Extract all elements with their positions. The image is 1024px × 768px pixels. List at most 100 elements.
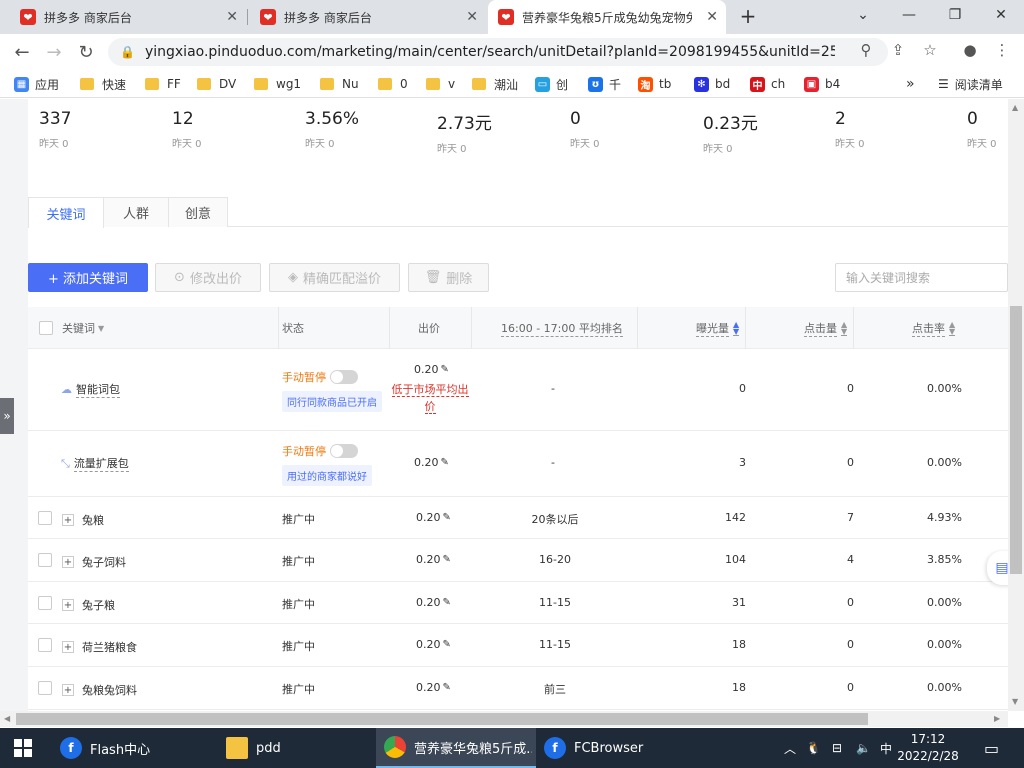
menu-kebab-icon[interactable]: ⋮ [990, 38, 1014, 62]
select-all-checkbox[interactable] [39, 307, 53, 349]
horizontal-scrollbar[interactable]: ◀ ▶ [0, 711, 1008, 727]
windows-start-icon[interactable] [14, 739, 32, 757]
expand-plus-icon[interactable]: + [62, 641, 74, 653]
edit-icon[interactable]: ✎ [441, 364, 449, 375]
action-bar: + 添加关键词 ⊙ 修改出价 ◈ 精确匹配溢价 🗑 删除 [28, 263, 1008, 293]
ime-indicator[interactable]: 中 [880, 728, 892, 768]
browser-tab-3-active[interactable]: ❤ 营养豪华兔粮5斤成兔幼兔宠物兔 ✕ [488, 0, 726, 34]
edit-icon[interactable]: ✎ [443, 639, 451, 650]
scroll-up-icon[interactable]: ▲ [1012, 103, 1018, 112]
horizontal-scroll-thumb[interactable] [16, 713, 868, 725]
filter-icon[interactable]: ▼ [98, 324, 104, 332]
scroll-right-icon[interactable]: ▶ [994, 714, 1000, 723]
tab-keywords[interactable]: 关键词 [28, 197, 104, 228]
back-arrow-icon[interactable]: ← [10, 40, 34, 64]
qq-penguin-icon[interactable]: 🐧 [806, 728, 821, 768]
status-toggle[interactable] [330, 444, 358, 458]
reading-list[interactable]: ☰ 阅读清单 [938, 74, 1003, 94]
edit-icon[interactable]: ✎ [441, 457, 449, 468]
delete-button[interactable]: 🗑 删除 [408, 263, 489, 292]
vertical-scroll-thumb[interactable] [1010, 306, 1022, 574]
row-checkbox[interactable] [38, 553, 52, 567]
taskbar-item-chrome[interactable]: 营养豪华兔粮5斤成... [376, 728, 536, 768]
bookmark-folder[interactable]: 0 [378, 74, 408, 94]
bookmark-star-icon[interactable]: ☆ [918, 38, 942, 62]
taskbar-item-flash[interactable]: f Flash中心 [52, 728, 222, 768]
bookmark-folder[interactable]: 快速 [80, 74, 126, 94]
new-tab-button[interactable]: + [736, 4, 760, 28]
header-clicks[interactable]: 点击量 ▲ ▼ [804, 307, 848, 349]
add-keyword-button[interactable]: + 添加关键词 [28, 263, 148, 292]
header-impressions[interactable]: 曝光量 ▲ ▼ [696, 307, 740, 349]
bid-value: 0.20 [416, 596, 441, 609]
edit-icon[interactable]: ✎ [443, 512, 451, 523]
table-row-smart-package: ☁ 智能词包 手动暂停 同行同款商品已开启 0.20 ✎ 低于市场平均出价 - 0 … [28, 349, 1008, 431]
browser-tab-2[interactable]: ❤ 拼多多 商家后台 ✕ [250, 0, 486, 34]
bookmark-label: Nu [342, 77, 359, 91]
bookmark-folder[interactable]: wg1 [254, 74, 301, 94]
ctr-cell: 4.93% [927, 511, 962, 524]
header-ctr[interactable]: 点击率 ▲ ▼ [912, 307, 956, 349]
close-tab-icon[interactable]: ✕ [226, 9, 238, 25]
status-toggle[interactable] [330, 370, 358, 384]
expand-sidebar-chevron-icon[interactable]: » [0, 398, 14, 434]
bookmark-folder[interactable]: Nu [320, 74, 359, 94]
network-icon[interactable]: ⊟ [832, 728, 842, 768]
row-checkbox[interactable] [38, 638, 52, 652]
bookmark-link[interactable]: ʊ千 [588, 74, 621, 94]
modify-bid-button[interactable]: ⊙ 修改出价 [155, 263, 261, 292]
keyword-search-input[interactable] [835, 263, 1008, 292]
taskbar-item-pdd[interactable]: pdd [218, 728, 374, 768]
row-checkbox[interactable] [38, 596, 52, 610]
tray-overflow-chevron-icon[interactable]: ︿ [784, 728, 796, 768]
notification-icon[interactable]: ▭ [984, 728, 999, 768]
bookmark-link[interactable]: ▭ 创 [535, 74, 568, 94]
taskbar-item-fcbrowser[interactable]: f FCBrowser [536, 728, 696, 768]
sort-icon[interactable]: ▲ ▼ [949, 320, 956, 336]
bookmark-link[interactable]: 中 ch [750, 74, 785, 94]
edit-icon[interactable]: ✎ [443, 682, 451, 693]
bookmark-folder[interactable]: 潮汕 [472, 74, 518, 94]
profile-avatar-icon[interactable]: ● [958, 38, 982, 62]
sort-icon[interactable]: ▲ ▼ [841, 320, 848, 336]
row-checkbox[interactable] [38, 511, 52, 525]
expand-plus-icon[interactable]: + [62, 556, 74, 568]
tab-search-chevron-icon[interactable]: ⌄ [840, 0, 886, 30]
tab-audience[interactable]: 人群 [103, 197, 169, 227]
system-clock[interactable]: 17:12 2022/2/28 [896, 731, 960, 765]
edit-icon[interactable]: ✎ [443, 597, 451, 608]
expand-plus-icon[interactable]: + [62, 514, 74, 526]
sort-icon[interactable]: ▲ ▼ [733, 320, 740, 336]
bookmark-folder[interactable]: FF [145, 74, 181, 94]
close-tab-icon[interactable]: ✕ [466, 9, 478, 25]
restore-button[interactable]: ❐ [932, 0, 978, 30]
reload-icon[interactable]: ↻ [74, 40, 98, 64]
minimize-button[interactable]: — [886, 0, 932, 30]
share-icon[interactable]: ⇪ [886, 38, 910, 62]
address-bar[interactable]: 🔒 yingxiao.pinduoduo.com/marketing/main/… [108, 38, 888, 66]
close-window-button[interactable]: ✕ [978, 0, 1024, 30]
more-bookmarks-chevron-icon[interactable]: » [906, 74, 915, 94]
bookmark-folder[interactable]: v [426, 74, 455, 94]
expand-plus-icon[interactable]: + [62, 684, 74, 696]
bookmark-apps[interactable]: ▦ 应用 [14, 74, 59, 94]
close-tab-icon[interactable]: ✕ [706, 9, 718, 25]
volume-icon[interactable]: 🔈 [856, 728, 871, 768]
bookmark-link[interactable]: 淘 tb [638, 74, 671, 94]
status-cell: 手动暂停 [282, 369, 358, 385]
exact-match-premium-button[interactable]: ◈ 精确匹配溢价 [269, 263, 400, 292]
browser-tab-1[interactable]: ❤ 拼多多 商家后台 ✕ [10, 0, 246, 34]
vertical-scrollbar[interactable]: ▲ ▼ [1008, 99, 1024, 711]
scroll-left-icon[interactable]: ◀ [4, 714, 10, 723]
edit-icon[interactable]: ✎ [443, 554, 451, 565]
bookmark-link[interactable]: ▣ b4 [804, 74, 840, 94]
zoom-icon[interactable]: ⚲ [854, 38, 878, 62]
row-checkbox[interactable] [38, 681, 52, 695]
taskbar-label: pdd [256, 740, 281, 756]
bookmark-folder[interactable]: DV [197, 74, 236, 94]
scroll-down-icon[interactable]: ▼ [1012, 697, 1018, 706]
forward-arrow-icon[interactable]: → [42, 40, 66, 64]
expand-plus-icon[interactable]: + [62, 599, 74, 611]
tab-creative[interactable]: 创意 [168, 197, 228, 227]
bookmark-link[interactable]: ✻ bd [694, 74, 730, 94]
